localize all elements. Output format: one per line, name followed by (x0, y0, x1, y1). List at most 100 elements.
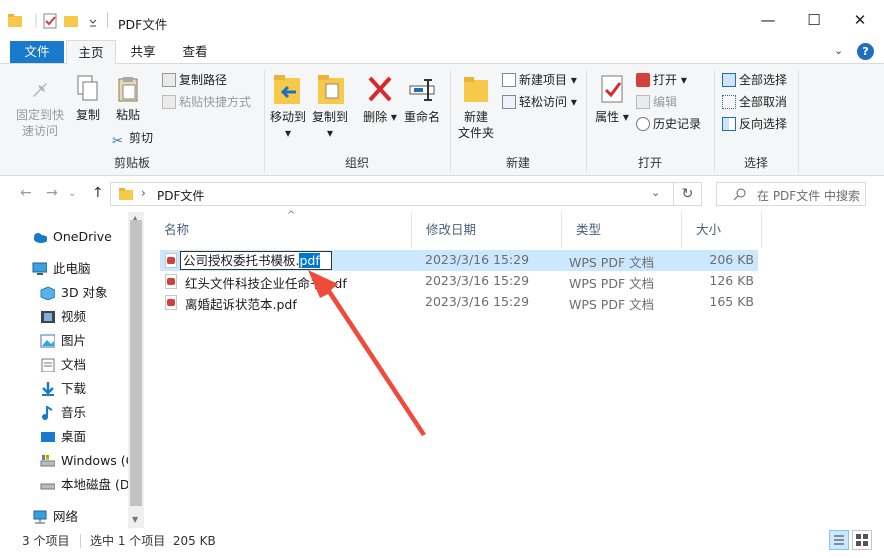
select-all-label: 全部选择 (739, 73, 788, 87)
rename-label: 重命名 (403, 110, 440, 124)
new-folder-icon (64, 16, 78, 27)
breadcrumb-current-folder[interactable]: PDF文件 (157, 187, 204, 204)
rename-icon (409, 79, 435, 101)
new-folder-label-line2: 文件夹 (457, 126, 494, 140)
maximize-button[interactable]: ☐ (791, 0, 837, 40)
move-to-button[interactable]: 移动到 ▾ (268, 72, 308, 141)
tab-home[interactable]: 主页 (66, 40, 116, 65)
file-date: 2023/3/16 15:29 (425, 252, 530, 267)
title-divider (107, 12, 108, 28)
edit-label: 编辑 (653, 95, 678, 109)
title-bar: PDF文件 — ☐ ✕ (0, 0, 884, 40)
large-icons-view-button[interactable] (852, 530, 872, 550)
folder-icon (119, 188, 133, 200)
invert-selection-button[interactable]: 反向选择 (722, 114, 787, 134)
open-button[interactable]: 打开 ▾ (636, 70, 687, 90)
copy-to-label: 复制到 ▾ (311, 110, 348, 140)
3d-objects-icon (40, 286, 55, 300)
file-size: 206 KB (709, 252, 754, 267)
back-button[interactable]: ← (20, 185, 32, 201)
edit-button[interactable]: 编辑 (636, 92, 677, 112)
nav-item-label: 文档 (61, 357, 87, 372)
column-header-name[interactable]: 名称 (150, 212, 412, 248)
nav-item-3d-objects[interactable]: 3D 对象 (0, 281, 128, 305)
copy-to-button[interactable]: 复制到 ▾ (310, 72, 350, 141)
column-header-size[interactable]: 大小 (682, 212, 762, 248)
column-header-date[interactable]: 修改日期 (412, 212, 562, 248)
select-all-button[interactable]: 全部选择 (722, 70, 787, 90)
wps-pdf-icon (636, 73, 650, 87)
history-icon (636, 117, 650, 131)
red-arrow-icon (308, 270, 426, 436)
quick-access-toolbar (8, 13, 97, 29)
pdf-file-icon (165, 253, 177, 268)
nav-item-pictures[interactable]: 图片 (0, 329, 128, 353)
rename-selected-extension: pdf (299, 253, 320, 268)
search-icon (733, 188, 746, 201)
drive-d-icon (40, 483, 55, 490)
help-icon[interactable]: ? (857, 43, 874, 60)
invert-selection-label: 反向选择 (739, 117, 788, 131)
scrollbar-thumb[interactable] (130, 220, 142, 506)
easy-access-label: 轻松访问 ▾ (519, 95, 577, 109)
invert-selection-icon (722, 117, 736, 131)
tab-share[interactable]: 共享 (118, 40, 168, 64)
refresh-button[interactable]: ↻ (674, 182, 702, 206)
properties-label: 属性 ▾ (595, 110, 629, 124)
new-folder-button[interactable]: 新建 文件夹 (456, 72, 496, 141)
file-type: WPS PDF 文档 (569, 276, 655, 291)
select-none-button[interactable]: 全部取消 (722, 92, 787, 112)
delete-button[interactable]: 删除 ▾ (362, 72, 398, 125)
nav-item-desktop[interactable]: 桌面 (0, 425, 128, 449)
up-button[interactable]: ↑ (92, 185, 104, 201)
new-item-button[interactable]: 新建项目 ▾ (502, 70, 577, 90)
pdf-file-icon (165, 295, 177, 310)
scroll-down-icon[interactable]: ▼ (132, 515, 138, 524)
collapse-ribbon-icon[interactable]: ⌄ (834, 44, 843, 57)
file-row[interactable]: 红头文件科技企业任命书.pdf 2023/3/16 15:29 WPS PDF … (160, 271, 758, 292)
paste-shortcut-label: 粘贴快捷方式 (179, 95, 252, 109)
easy-access-button[interactable]: 轻松访问 ▾ (502, 92, 577, 112)
forward-button[interactable]: → (46, 185, 58, 201)
cut-button[interactable]: ✂ 剪切 (112, 128, 153, 149)
nav-item-network[interactable]: 网络 (0, 505, 128, 529)
recent-locations-chevron-icon[interactable]: ⌄ (68, 188, 76, 199)
desktop-icon (41, 432, 55, 442)
copy-button[interactable]: 复制 (70, 74, 106, 123)
nav-item-downloads[interactable]: 下载 (0, 377, 128, 401)
file-date: 2023/3/16 15:29 (425, 273, 530, 288)
nav-item-this-pc[interactable]: 此电脑 (0, 257, 128, 281)
minimize-button[interactable]: — (745, 0, 791, 40)
pin-label-line1: 固定到快 (15, 108, 64, 122)
search-input[interactable]: 在 PDF文件 中搜索 (716, 182, 866, 206)
easy-access-icon (502, 95, 516, 109)
nav-item-drive-c[interactable]: Windows (C (0, 449, 128, 473)
tab-view[interactable]: 查看 (170, 40, 220, 64)
tab-file[interactable]: 文件 (10, 41, 64, 63)
nav-item-onedrive[interactable]: OneDrive (0, 225, 128, 249)
rename-button[interactable]: 重命名 (400, 72, 444, 125)
window-title: PDF文件 (118, 17, 168, 32)
new-item-label: 新建项目 ▾ (519, 73, 577, 87)
file-name: 离婚起诉状范本.pdf (185, 297, 297, 312)
nav-item-documents[interactable]: 文档 (0, 353, 128, 377)
paste-button[interactable]: 粘贴 (110, 74, 146, 123)
delete-label: 删除 ▾ (363, 110, 397, 124)
nav-item-label: 视频 (61, 309, 87, 324)
address-bar[interactable]: › PDF文件 ⌄ (110, 182, 674, 206)
nav-item-drive-d[interactable]: 本地磁盘 (D (0, 473, 128, 497)
column-header-type[interactable]: 类型 (562, 212, 682, 248)
history-button[interactable]: 历史记录 (636, 114, 701, 134)
close-button[interactable]: ✕ (837, 0, 883, 40)
details-view-button[interactable] (829, 530, 849, 550)
nav-item-music[interactable]: 音乐 (0, 401, 128, 425)
navigation-scrollbar[interactable]: ▲ ▼ (128, 212, 144, 528)
address-dropdown-chevron-icon[interactable]: ⌄ (651, 186, 660, 199)
nav-item-videos[interactable]: 视频 (0, 305, 128, 329)
pin-quick-access-button[interactable]: 固定到快 速访问 (10, 74, 70, 139)
pin-label-line2: 速访问 (21, 124, 58, 138)
copy-path-button[interactable]: 复制路径 (162, 70, 227, 90)
paste-shortcut-button[interactable]: 粘贴快捷方式 (162, 92, 251, 112)
file-row[interactable]: 离婚起诉状范本.pdf 2023/3/16 15:29 WPS PDF 文档 1… (160, 292, 758, 313)
properties-button[interactable]: 属性 ▾ (594, 72, 630, 125)
